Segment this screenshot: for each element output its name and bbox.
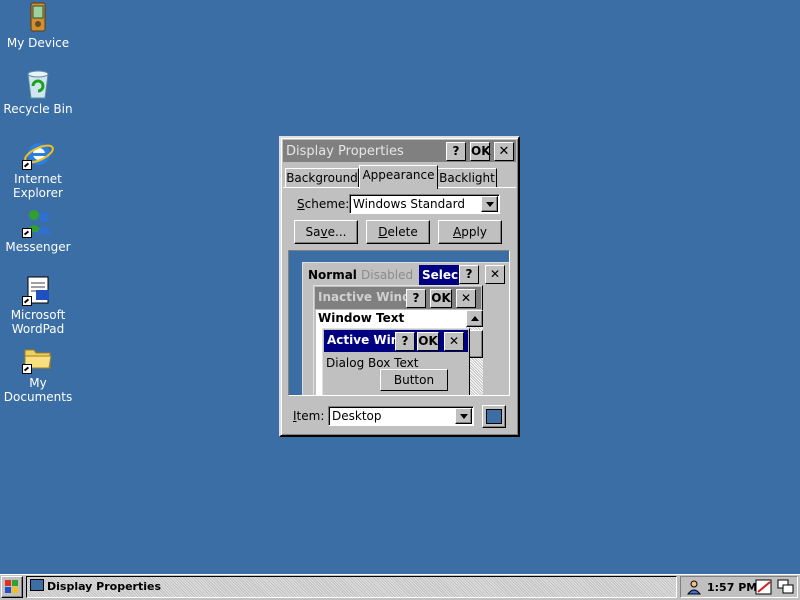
shortcut-arrow-icon: [22, 228, 32, 238]
help-button[interactable]: ?: [446, 142, 466, 161]
menu-normal: Normal: [308, 268, 357, 282]
ok-button[interactable]: OK: [470, 142, 491, 161]
pen-input-icon[interactable]: [755, 578, 773, 596]
active-title: Active Win: [327, 333, 397, 347]
dialog-box-text: Dialog Box Text: [326, 356, 419, 370]
preview-inactive-window: Inactive Wind ? OK ✕ Window Text Active …: [313, 285, 483, 395]
window-text: Window Text: [318, 311, 405, 325]
display-properties-dialog: Display Properties ? OK ✕ Background Bac…: [279, 136, 520, 437]
recycle-bin-icon: [22, 68, 54, 100]
apply-button[interactable]: Apply: [438, 220, 502, 244]
desktop-icon-internet-explorer[interactable]: Internet Explorer: [0, 138, 76, 200]
shortcut-arrow-icon: [22, 296, 32, 306]
tab-backlight[interactable]: Backlight: [437, 168, 497, 188]
connection-icon[interactable]: [685, 578, 703, 596]
tab-appearance[interactable]: Appearance: [359, 165, 438, 189]
inactive-title-bar: Inactive Wind ? OK ✕: [315, 287, 481, 309]
start-button[interactable]: [1, 576, 23, 598]
desktop-icon-wordpad[interactable]: Microsoft WordPad: [0, 274, 76, 336]
inactive-close-button: ✕: [456, 289, 476, 308]
display-properties-icon: [30, 579, 44, 591]
dialog-title: Display Properties: [286, 144, 404, 159]
messenger-icon: [22, 206, 54, 238]
close-button[interactable]: ✕: [494, 142, 514, 161]
chevron-down-icon: [486, 202, 494, 207]
item-label: Item:: [293, 409, 325, 423]
desktop-icon-label: Recycle Bin: [3, 102, 73, 116]
task-label: Display Properties: [47, 580, 162, 593]
active-help-button: ?: [395, 332, 415, 351]
desktop-icon-label: My Device: [6, 36, 70, 50]
item-dropdown-button[interactable]: [455, 408, 472, 424]
preview-active-window: Active Win ? OK ✕ Dialog Box Text Button: [322, 328, 470, 395]
desktop-icon-my-documents[interactable]: My Documents: [0, 342, 76, 404]
system-tray: 1:57 PM: [680, 576, 798, 598]
active-title-bar: Active Win ? OK ✕: [324, 330, 468, 352]
preview-outer-window: Normal Disabled Selec ? ✕ Inactive Wind …: [302, 262, 509, 395]
clock[interactable]: 1:57 PM: [707, 581, 757, 594]
inactive-ok-button: OK: [430, 289, 452, 308]
inactive-title: Inactive Wind: [318, 290, 408, 304]
tab-background[interactable]: Background: [285, 168, 359, 188]
shortcut-arrow-icon: [22, 364, 32, 374]
chevron-down-icon: [460, 414, 468, 419]
item-value: Desktop: [332, 409, 382, 423]
preview-menu-bar: Normal Disabled Selec: [305, 265, 459, 285]
taskbar: Display Properties 1:57 PM: [0, 574, 800, 600]
scheme-value: Windows Standard: [353, 197, 465, 211]
desktop-icon-label: My Documents: [3, 376, 73, 404]
inactive-help-button: ?: [406, 289, 426, 308]
scheme-select[interactable]: Windows Standard: [349, 194, 500, 214]
menu-disabled: Disabled: [361, 268, 414, 282]
save-button[interactable]: Save...: [294, 220, 358, 244]
desktop-icon-recycle-bin[interactable]: Recycle Bin: [0, 68, 76, 116]
desktop-icon-label: Internet Explorer: [13, 172, 63, 200]
dialog-title-bar[interactable]: Display Properties ? OK ✕: [283, 140, 516, 162]
menu-selected: Selec: [419, 265, 459, 285]
windows-logo-icon: [5, 580, 18, 593]
scheme-label: Scheme:: [297, 197, 350, 211]
scroll-up-button: [466, 310, 483, 327]
folder-icon: [22, 342, 54, 374]
scheme-dropdown-button[interactable]: [481, 196, 498, 212]
item-color-button[interactable]: [482, 405, 506, 428]
active-close-button: ✕: [444, 332, 464, 351]
preview-close-button: ✕: [485, 265, 505, 284]
task-button-display-properties[interactable]: Display Properties: [26, 576, 677, 598]
internet-explorer-icon: [22, 138, 54, 170]
preview-help-button: ?: [459, 265, 479, 284]
desktop-icon-messenger[interactable]: Messenger: [0, 206, 76, 254]
preview-sample-button: Button: [380, 369, 448, 391]
chevron-up-icon: [471, 316, 479, 321]
desktop-icon-label: Messenger: [5, 240, 71, 254]
item-select[interactable]: Desktop: [328, 406, 474, 426]
pda-icon: [22, 2, 54, 34]
item-color-swatch: [486, 409, 502, 424]
shortcut-arrow-icon: [22, 160, 32, 170]
desktop-icon-my-device[interactable]: My Device: [0, 2, 76, 50]
desktop-switch-icon[interactable]: [777, 578, 795, 596]
appearance-preview[interactable]: Normal Disabled Selec ? ✕ Inactive Wind …: [288, 250, 510, 396]
active-ok-button: OK: [417, 332, 439, 351]
wordpad-icon: [22, 274, 54, 306]
desktop-icon-label: Microsoft WordPad: [10, 308, 66, 336]
delete-button[interactable]: Delete: [366, 220, 430, 244]
